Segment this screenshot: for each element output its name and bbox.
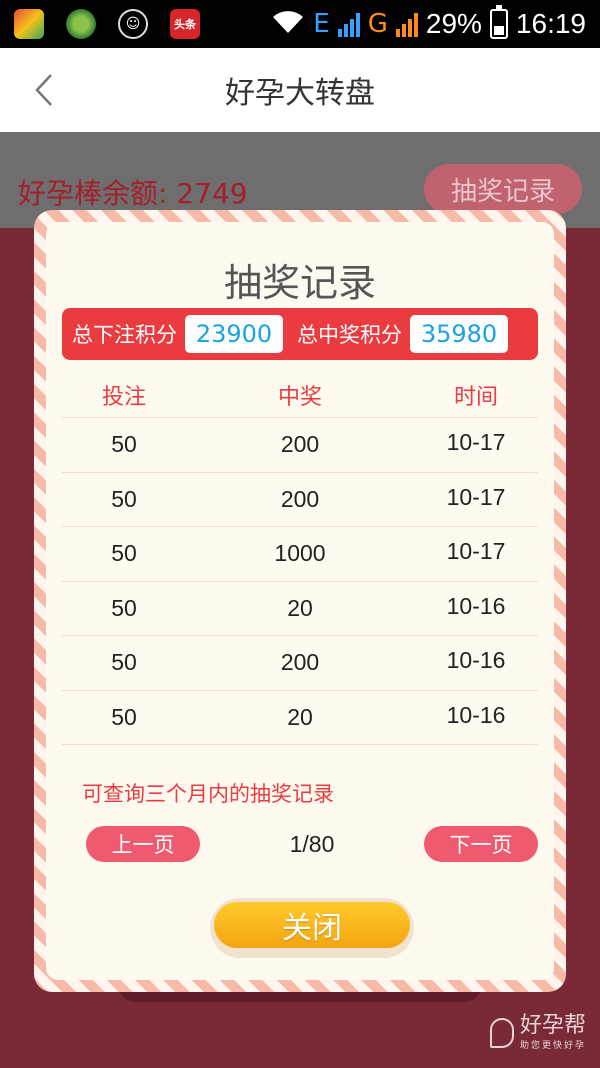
cell-bet: 50 xyxy=(111,649,137,676)
cell-bet: 50 xyxy=(111,485,137,512)
table-row: 50 200 10-16 xyxy=(62,636,538,691)
totals-bar: 总下注积分 23900 总中奖积分 35980 xyxy=(62,308,538,360)
header-win: 中奖 xyxy=(277,384,322,410)
cell-win: 20 xyxy=(287,703,313,730)
brand-name: 好孕帮 xyxy=(520,1013,587,1038)
pagination: 上一页 1/80 下一页 xyxy=(86,826,538,862)
total-bet-value: 23900 xyxy=(185,315,283,353)
system-indicators: E G 29% 16:19 xyxy=(271,5,586,42)
mask-face-icon: ☺ xyxy=(118,9,148,39)
cell-bet: 50 xyxy=(111,540,137,567)
cell-bet: 50 xyxy=(111,594,137,621)
total-win-value: 35980 xyxy=(410,315,508,353)
table-row: 50 200 10-17 xyxy=(62,473,538,527)
table-row: 50 20 10-16 xyxy=(62,582,538,636)
header-bet: 投注 xyxy=(101,384,146,410)
brand-watermark: 好孕帮 助您更快好孕 xyxy=(490,1014,586,1051)
nav-bar: 好孕大转盘 xyxy=(0,48,600,132)
brand-logo-icon xyxy=(490,1017,514,1048)
status-time: 16:19 xyxy=(515,8,586,39)
balance-text: 好孕棒余额: 2749 xyxy=(18,177,248,210)
cell-time: 10-17 xyxy=(446,538,506,565)
header-time: 时间 xyxy=(453,384,498,410)
signal-bars-icon-2 xyxy=(395,11,418,37)
brand-tagline: 助您更快好孕 xyxy=(520,1041,587,1051)
record-table: 投注 中奖 时间 50 200 10-17 50 200 10-17 50 10… xyxy=(62,372,538,745)
cell-time: 10-16 xyxy=(446,592,506,619)
query-range-note: 可查询三个月内的抽奖记录 xyxy=(82,782,334,806)
modal-body: 抽奖记录 总下注积分 23900 总中奖积分 35980 投注 中奖 时间 50… xyxy=(46,222,554,980)
close-button[interactable]: 关闭 xyxy=(214,902,410,948)
draw-record-button[interactable]: 抽奖记录 xyxy=(424,164,582,214)
toutiao-badge-text: 头条 xyxy=(174,18,196,31)
page-title: 好孕大转盘 xyxy=(225,76,375,111)
next-page-button[interactable]: 下一页 xyxy=(423,826,538,862)
cell-win: 200 xyxy=(280,649,320,676)
cell-time: 10-16 xyxy=(446,647,506,674)
signal-bars-icon xyxy=(337,11,360,37)
table-row: 50 200 10-17 xyxy=(62,418,538,473)
cell-bet: 50 xyxy=(111,703,137,730)
cell-time: 10-17 xyxy=(446,429,506,456)
page-indicator: 1/80 xyxy=(289,830,335,857)
draw-record-modal: 抽奖记录 总下注积分 23900 总中奖积分 35980 投注 中奖 时间 50… xyxy=(34,210,566,992)
modal-title: 抽奖记录 xyxy=(223,261,376,305)
cell-win: 200 xyxy=(280,431,320,458)
total-win-label: 总中奖积分 xyxy=(297,323,402,347)
prev-page-button[interactable]: 上一页 xyxy=(86,826,200,862)
table-header: 投注 中奖 时间 xyxy=(62,372,538,418)
back-button[interactable] xyxy=(22,68,66,112)
cell-time: 10-16 xyxy=(446,701,506,728)
browser-icon xyxy=(14,9,44,39)
table-row: 50 1000 10-17 xyxy=(62,527,538,582)
total-bet-label: 总下注积分 xyxy=(72,323,177,347)
chevron-left-icon xyxy=(35,74,52,106)
close-button-frame: 关闭 xyxy=(210,898,414,958)
cell-win: 200 xyxy=(280,485,320,512)
cell-time: 10-17 xyxy=(446,483,506,510)
wifi-icon xyxy=(271,7,305,42)
cell-win: 1000 xyxy=(274,540,326,567)
network-type-e: E xyxy=(313,9,330,39)
battery-percent: 29% xyxy=(425,8,482,39)
battery-icon xyxy=(489,5,508,39)
notification-icons: ☺ 头条 xyxy=(14,9,200,39)
lottery-app-icon xyxy=(66,9,96,39)
toutiao-app-icon: 头条 xyxy=(170,9,200,39)
cell-bet: 50 xyxy=(111,431,137,458)
cell-win: 20 xyxy=(287,594,313,621)
table-row: 50 20 10-16 xyxy=(62,691,538,745)
status-bar: ☺ 头条 E G 29% 16:19 xyxy=(0,0,600,48)
network-type-g: G xyxy=(367,9,388,39)
